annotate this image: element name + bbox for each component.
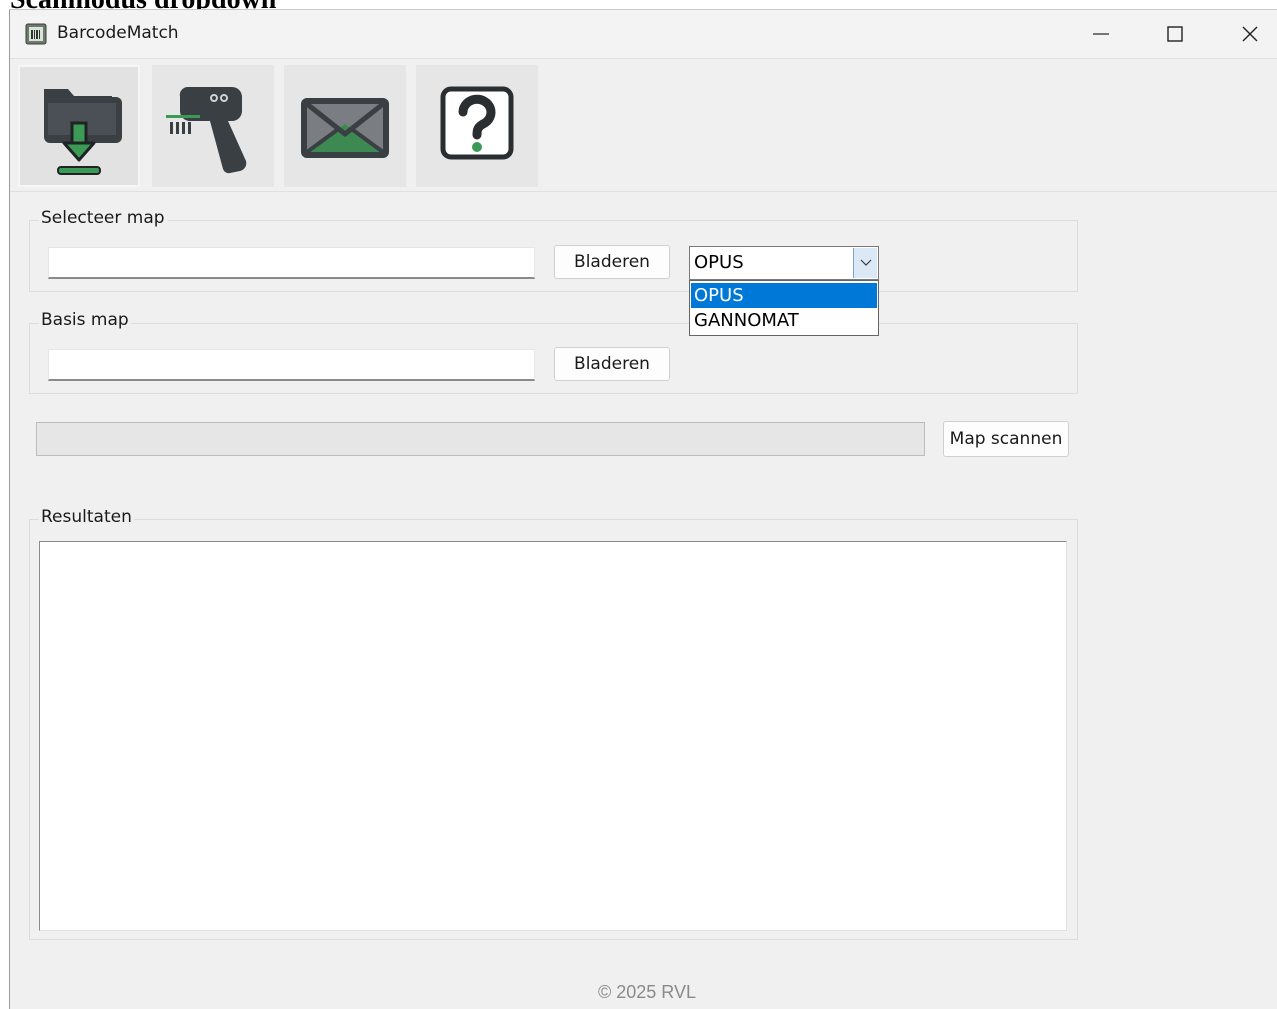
scan-mode-dropdown-list: OPUS GANNOMAT bbox=[689, 280, 879, 336]
tool-help[interactable] bbox=[416, 65, 538, 187]
base-map-input[interactable] bbox=[48, 349, 535, 381]
tool-barcode-scanner[interactable] bbox=[152, 65, 274, 187]
select-map-label: Selecteer map bbox=[39, 208, 167, 228]
folder-download-icon bbox=[44, 89, 122, 175]
scan-mode-select[interactable]: OPUS bbox=[689, 246, 879, 280]
copyright-footer: © 2025 RVL bbox=[598, 982, 696, 1002]
barcode-scanner-icon bbox=[166, 86, 247, 174]
select-map-input[interactable] bbox=[48, 247, 535, 279]
dropdown-button[interactable] bbox=[853, 248, 877, 278]
title-bar: BarcodeMatch bbox=[10, 10, 1277, 59]
toolbar bbox=[10, 59, 1277, 192]
window-title: BarcodeMatch bbox=[57, 23, 179, 43]
chevron-down-icon bbox=[860, 259, 871, 266]
base-map-browse-button[interactable]: Bladeren bbox=[554, 347, 670, 381]
results-label: Resultaten bbox=[39, 507, 134, 527]
scan-mode-value: OPUS bbox=[694, 252, 744, 273]
app-icon bbox=[25, 23, 47, 45]
scan-progress-bar bbox=[36, 422, 925, 456]
select-map-browse-button[interactable]: Bladeren bbox=[554, 245, 670, 279]
app-window: BarcodeMatch Selecteer map Bladeren Basi… bbox=[9, 9, 1277, 1009]
base-map-label: Basis map bbox=[39, 310, 131, 330]
results-textarea[interactable] bbox=[39, 541, 1067, 931]
tool-mail[interactable] bbox=[284, 65, 406, 187]
close-button[interactable] bbox=[1235, 20, 1265, 48]
maximize-icon bbox=[1167, 26, 1183, 42]
minimize-button[interactable] bbox=[1086, 20, 1116, 48]
maximize-button[interactable] bbox=[1160, 20, 1190, 48]
envelope-icon bbox=[301, 98, 389, 158]
question-mark-icon bbox=[440, 86, 514, 160]
scan-mode-option-opus[interactable]: OPUS bbox=[691, 283, 877, 308]
tool-folder-download[interactable] bbox=[18, 65, 140, 187]
map-scan-button[interactable]: Map scannen bbox=[943, 421, 1069, 457]
minimize-icon bbox=[1093, 33, 1109, 35]
scan-mode-option-gannomat[interactable]: GANNOMAT bbox=[691, 308, 877, 333]
close-icon bbox=[1242, 26, 1258, 42]
